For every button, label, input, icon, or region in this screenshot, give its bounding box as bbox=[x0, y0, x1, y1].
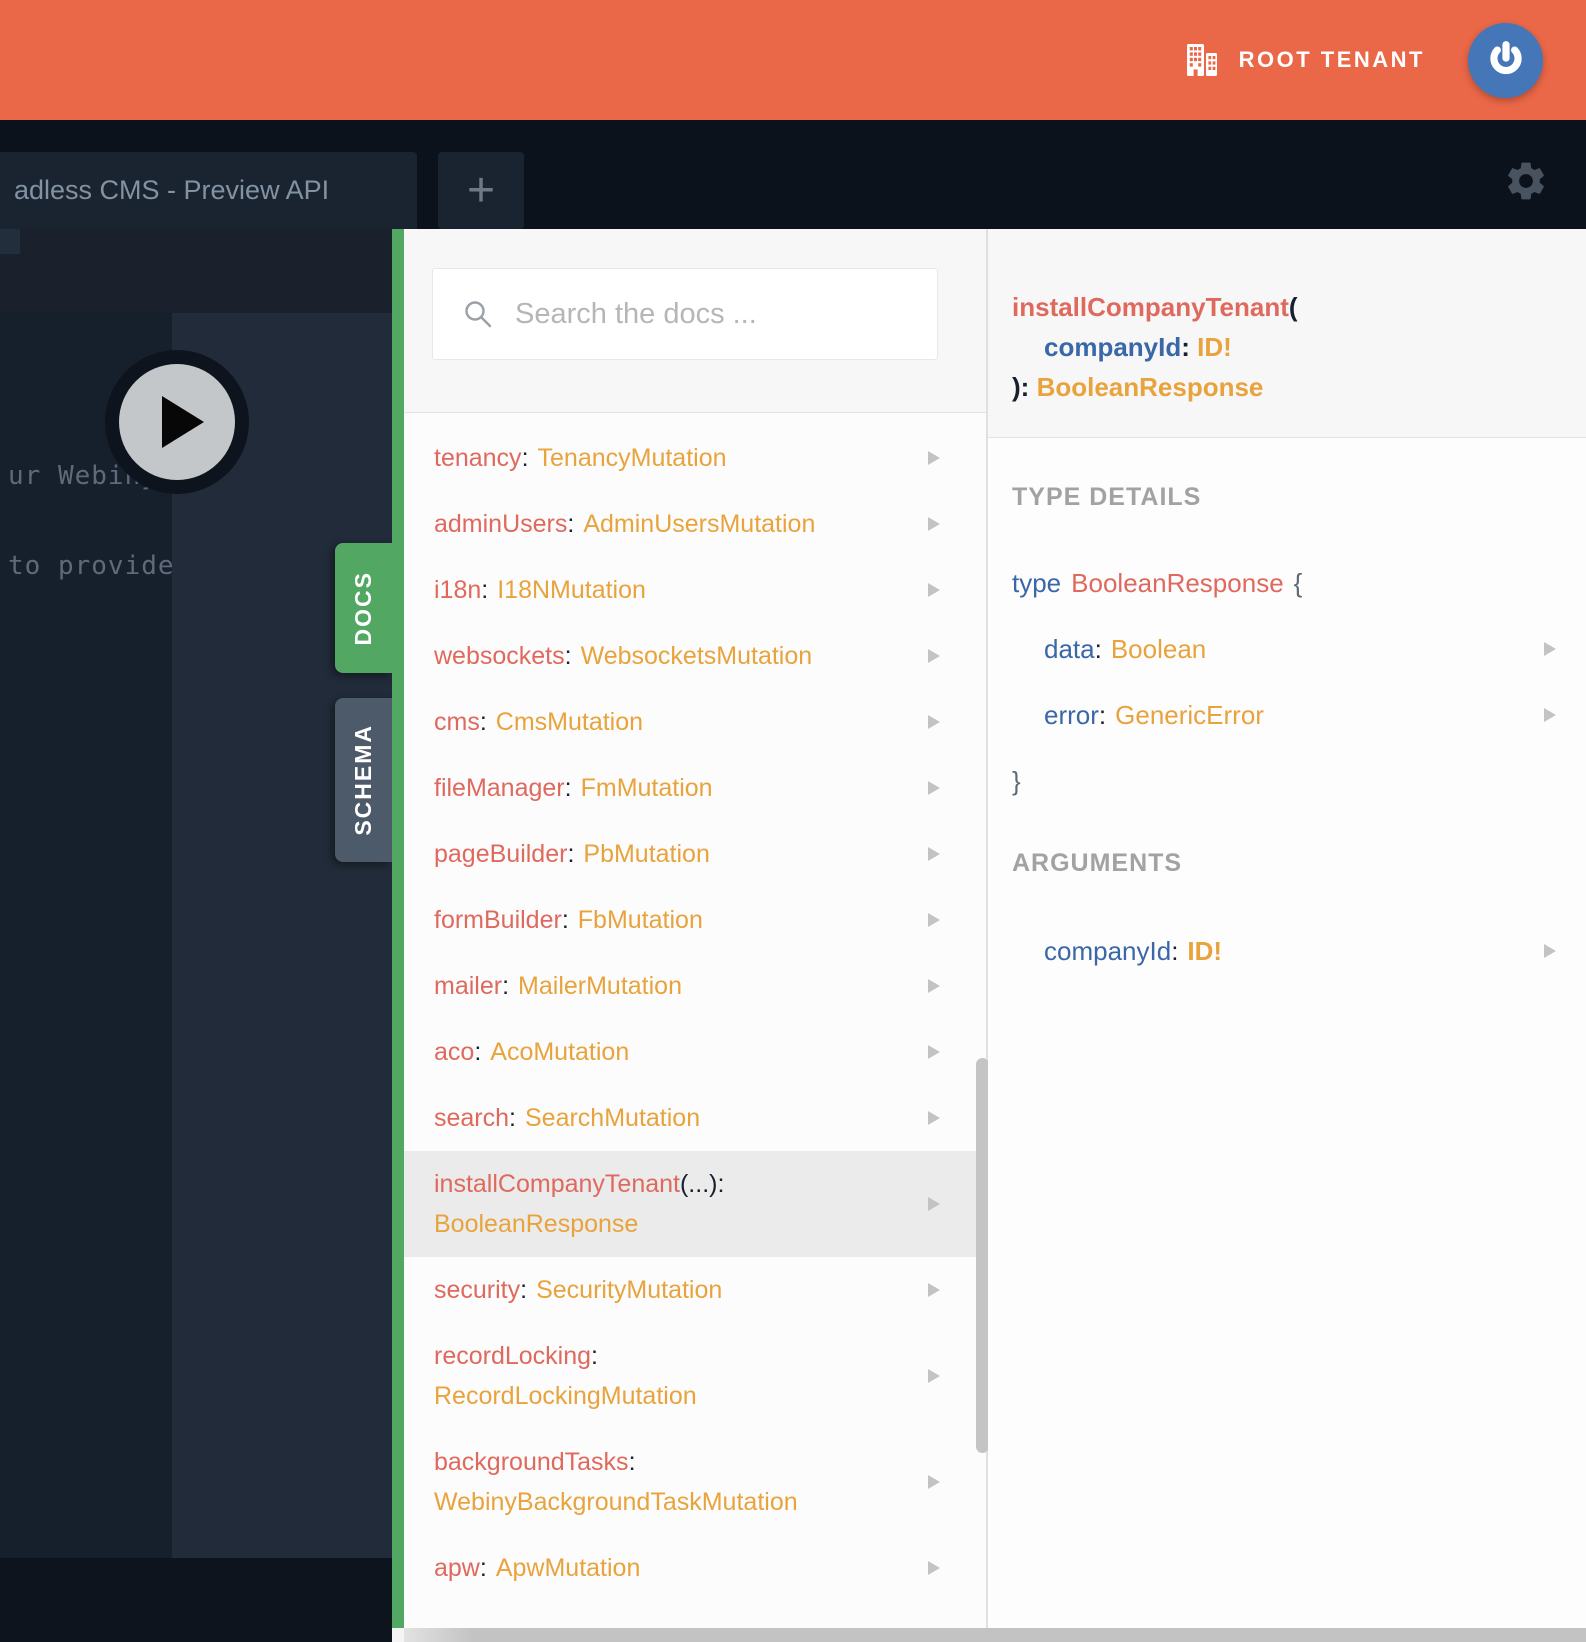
user-avatar[interactable] bbox=[1468, 22, 1543, 98]
type-fields: data: Boolean error: GenericError bbox=[988, 616, 1586, 748]
tenant-selector[interactable]: ROOT TENANT bbox=[1185, 22, 1543, 98]
tab-headless-cms-preview-api[interactable]: adless CMS - Preview API bbox=[0, 152, 417, 229]
expand-arrow-icon bbox=[928, 649, 940, 663]
expand-arrow-icon bbox=[928, 451, 940, 465]
tab-schema[interactable]: SCHEMA bbox=[335, 698, 392, 862]
docs-field-row-mailer[interactable]: mailer: MailerMutation bbox=[404, 953, 986, 1019]
expand-arrow-icon bbox=[928, 979, 940, 993]
type-declaration: type BooleanResponse { bbox=[1012, 567, 1303, 599]
horizontal-scrollbar[interactable] bbox=[404, 1628, 1586, 1642]
expand-arrow-icon bbox=[928, 1197, 940, 1211]
plus-icon: + bbox=[466, 164, 496, 217]
type-field-row-data[interactable]: data: Boolean bbox=[988, 616, 1586, 682]
expand-arrow-icon bbox=[928, 1045, 940, 1059]
expand-arrow-icon bbox=[928, 1111, 940, 1125]
building-icon bbox=[1186, 44, 1217, 76]
signature-return-type[interactable]: BooleanResponse bbox=[1037, 372, 1264, 402]
argument-rows: companyId: ID! bbox=[988, 918, 1586, 984]
playground-topbar-accent bbox=[0, 229, 20, 254]
search-icon bbox=[465, 301, 492, 328]
docs-field-row-cms[interactable]: cms: CmsMutation bbox=[404, 689, 986, 755]
arguments-heading: ARGUMENTS bbox=[1012, 848, 1183, 877]
docs-field-row-formBuilder[interactable]: formBuilder: FbMutation bbox=[404, 887, 986, 953]
tab-bar: adless CMS - Preview API + bbox=[0, 120, 1586, 229]
tab-docs[interactable]: DOCS bbox=[335, 543, 392, 673]
docs-search-box[interactable] bbox=[432, 268, 938, 360]
docs-field-row-i18n[interactable]: i18n: I18NMutation bbox=[404, 557, 986, 623]
scrollbar-corner bbox=[392, 1628, 404, 1642]
field-signature: installCompanyTenant( companyId: ID! ): … bbox=[988, 229, 1586, 438]
expand-arrow-icon bbox=[1544, 944, 1556, 958]
tenant-label: ROOT TENANT bbox=[1238, 47, 1425, 72]
docs-field-row-security[interactable]: security: SecurityMutation bbox=[404, 1257, 986, 1323]
search-input[interactable] bbox=[515, 297, 937, 331]
expand-arrow-icon bbox=[928, 517, 940, 531]
field-detail-panel: installCompanyTenant( companyId: ID! ): … bbox=[988, 229, 1586, 1642]
expand-arrow-icon bbox=[928, 715, 940, 729]
signature-field-name: installCompanyTenant bbox=[1012, 292, 1289, 322]
docs-field-row-fileManager[interactable]: fileManager: FmMutation bbox=[404, 755, 986, 821]
play-icon bbox=[119, 364, 235, 480]
app-header: ROOT TENANT bbox=[0, 0, 1586, 120]
signature-line-3: ): BooleanResponse bbox=[1012, 372, 1264, 402]
docs-field-row-installCompanyTenant[interactable]: installCompanyTenant(...): BooleanRespons… bbox=[404, 1151, 986, 1257]
new-tab-button[interactable]: + bbox=[438, 152, 524, 229]
expand-arrow-icon bbox=[928, 1369, 940, 1383]
docs-field-row-recordLocking[interactable]: recordLocking: RecordLockingMutation bbox=[404, 1323, 986, 1429]
docs-field-row-websockets[interactable]: websockets: WebsocketsMutation bbox=[404, 623, 986, 689]
signature-line-2: companyId: ID! bbox=[1044, 332, 1232, 362]
editor-code-line: to provide bbox=[8, 551, 175, 581]
expand-arrow-icon bbox=[1544, 708, 1556, 722]
docs-field-row-adminUsers[interactable]: adminUsers: AdminUsersMutation bbox=[404, 491, 986, 557]
graphql-playground-window: ROOT TENANT adless CMS - Preview API + u… bbox=[0, 0, 1586, 1642]
expand-arrow-icon bbox=[928, 1475, 940, 1489]
expand-arrow-icon bbox=[928, 583, 940, 597]
playground-topbar bbox=[0, 229, 392, 313]
type-keyword: type bbox=[1012, 567, 1062, 598]
signature-arg-type[interactable]: ID! bbox=[1197, 332, 1232, 362]
docs-field-row-apw[interactable]: apw: ApwMutation bbox=[404, 1535, 986, 1601]
docs-field-row-pageBuilder[interactable]: pageBuilder: PbMutation bbox=[404, 821, 986, 887]
expand-arrow-icon bbox=[928, 1561, 940, 1575]
settings-button[interactable] bbox=[1503, 158, 1549, 204]
run-query-button[interactable] bbox=[105, 350, 249, 494]
expand-arrow-icon bbox=[928, 847, 940, 861]
playground-query-editor bbox=[0, 313, 172, 1558]
docs-field-row-tenancy[interactable]: tenancy: TenancyMutation bbox=[404, 425, 986, 491]
argument-row-companyId[interactable]: companyId: ID! bbox=[988, 918, 1586, 984]
docs-search-area bbox=[404, 229, 986, 413]
work-area: ur Webiny to provide DOCS SCHEMA Search … bbox=[0, 229, 1586, 1642]
tab-title: adless CMS - Preview API bbox=[14, 175, 330, 205]
power-icon bbox=[1489, 41, 1522, 75]
docs-field-list: tenancy: TenancyMutation adminUsers: AdminU… bbox=[404, 413, 986, 1601]
expand-arrow-icon bbox=[928, 913, 940, 927]
type-field-row-error[interactable]: error: GenericError bbox=[988, 682, 1586, 748]
expand-arrow-icon bbox=[928, 1283, 940, 1297]
expand-arrow-icon bbox=[1544, 642, 1556, 656]
docs-field-row-search[interactable]: search: SearchMutation bbox=[404, 1085, 986, 1151]
docs-field-row-aco[interactable]: aco: AcoMutation bbox=[404, 1019, 986, 1085]
docs-panel: tenancy:TenancyMutationadminUsers:AdminU… bbox=[404, 229, 989, 1642]
type-name[interactable]: BooleanResponse bbox=[1071, 568, 1284, 599]
expand-arrow-icon bbox=[928, 781, 940, 795]
signature-arg-name: companyId bbox=[1044, 332, 1182, 362]
signature-line-1: installCompanyTenant( bbox=[1012, 292, 1298, 322]
type-close-brace: } bbox=[1012, 765, 1021, 796]
gear-icon bbox=[1508, 162, 1544, 200]
type-details-heading: TYPE DETAILS bbox=[1012, 482, 1202, 511]
docs-panel-accent-border bbox=[392, 229, 404, 1628]
docs-field-row-backgroundTasks[interactable]: backgroundTasks: WebinyBackgroundTaskMuta… bbox=[404, 1429, 986, 1535]
